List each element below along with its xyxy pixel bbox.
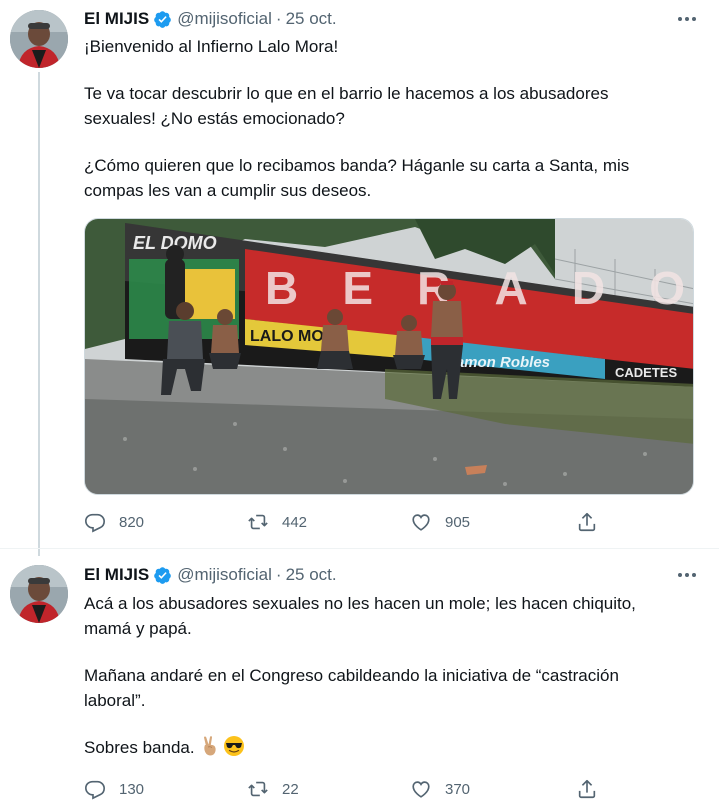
like-button[interactable]: 370	[410, 777, 470, 800]
avatar[interactable]	[10, 10, 68, 68]
author-name[interactable]: El MIJIS	[84, 565, 149, 585]
mural-text-cadetes: CADETES	[615, 365, 677, 380]
tweet-actions: 820 442 905	[84, 510, 604, 534]
share-button[interactable]	[576, 510, 598, 534]
like-icon	[412, 781, 430, 798]
reply-button[interactable]: 820	[84, 510, 144, 534]
victory-hand-icon	[199, 735, 221, 757]
like-button[interactable]: 905	[410, 510, 470, 534]
separator-dot: ·	[275, 565, 282, 584]
tweet-text: ¡Bienvenido al Infierno Lalo Mora! Te va…	[84, 34, 684, 225]
thread-line	[38, 72, 40, 556]
share-icon	[578, 779, 596, 799]
tweet-header: El MIJIS @mijisoficial · 25 oct.	[84, 564, 337, 586]
retweet-icon	[248, 781, 268, 797]
reply-icon	[85, 513, 105, 533]
tweet-paragraph: Sobres banda.	[84, 738, 195, 757]
tweet-paragraph: ¿Cómo quieren que lo recibamos banda? Há…	[84, 156, 630, 200]
verified-badge-icon	[153, 566, 172, 585]
tweet-date[interactable]: 25 oct.	[286, 565, 337, 585]
tweet-paragraph: Mañana andaré en el Congreso cabildeando…	[84, 666, 619, 710]
author-handle[interactable]: @mijisoficial	[177, 565, 272, 585]
share-icon	[578, 512, 596, 532]
tweet-text: Acá a los abusadores sexuales no les hac…	[84, 591, 684, 782]
sunglasses-smiley-icon	[223, 735, 245, 757]
reply-count: 130	[119, 780, 145, 798]
separator-dot: ·	[275, 9, 282, 28]
more-options-icon[interactable]	[675, 9, 699, 29]
like-count: 370	[445, 780, 471, 798]
tweet-paragraph: Acá a los abusadores sexuales no les hac…	[84, 594, 636, 638]
like-count: 905	[445, 513, 471, 531]
tweet-photo[interactable]: EL DOMO LALO MORA BERADO Ramon Robles CA…	[84, 218, 694, 495]
tweet-2[interactable]: El MIJIS @mijisoficial · 25 oct. Acá a l…	[0, 548, 719, 800]
tweet-date[interactable]: 25 oct.	[286, 9, 337, 29]
reply-count: 820	[119, 513, 145, 531]
retweet-icon	[248, 514, 268, 530]
author-name[interactable]: El MIJIS	[84, 9, 149, 29]
tweet-paragraph: Te va tocar descubrir lo que en el barri…	[84, 84, 609, 128]
reply-icon	[85, 780, 105, 800]
tweet-actions: 130 22 370	[84, 777, 604, 800]
tweet-1[interactable]: El MIJIS @mijisoficial · 25 oct. ¡Bienve…	[0, 0, 719, 556]
author-handle[interactable]: @mijisoficial	[177, 9, 272, 29]
verified-badge-icon	[153, 10, 172, 29]
tweet-paragraph: ¡Bienvenido al Infierno Lalo Mora!	[84, 37, 339, 56]
tweet-paragraph-last: Sobres banda.	[84, 735, 684, 760]
retweet-count: 442	[282, 513, 308, 531]
retweet-button[interactable]: 22	[247, 777, 299, 800]
tweet-header: El MIJIS @mijisoficial · 25 oct.	[84, 8, 337, 30]
more-options-icon[interactable]	[675, 565, 699, 585]
retweet-count: 22	[282, 780, 299, 798]
share-button[interactable]	[576, 777, 598, 800]
reply-button[interactable]: 130	[84, 777, 144, 800]
retweet-button[interactable]: 442	[247, 510, 307, 534]
avatar[interactable]	[10, 565, 68, 623]
like-icon	[412, 514, 430, 531]
